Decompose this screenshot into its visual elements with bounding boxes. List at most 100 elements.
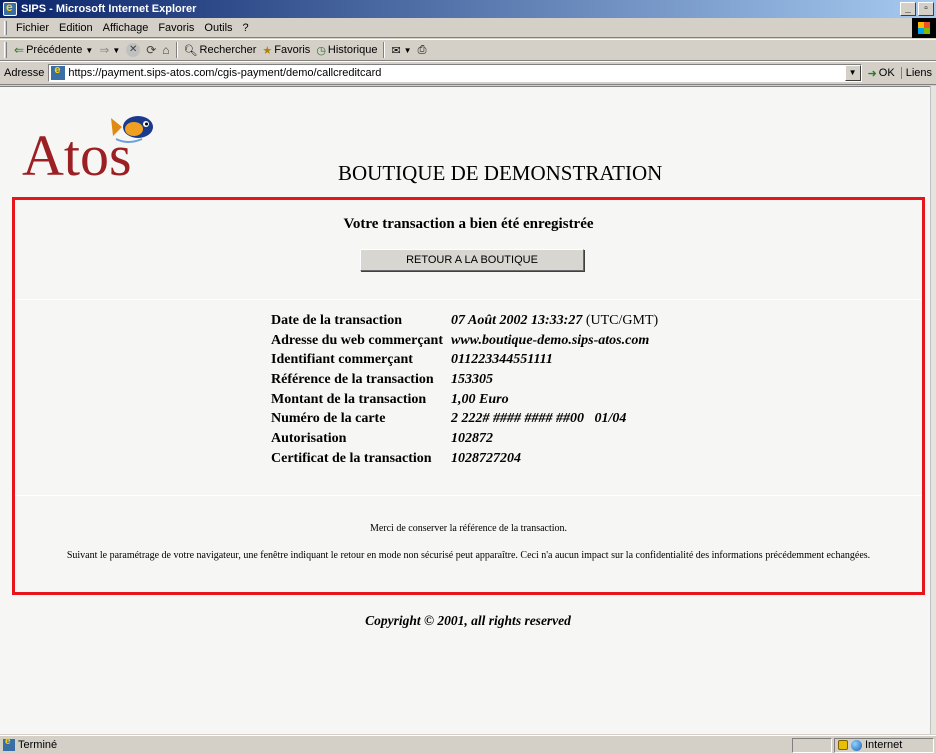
- detail-row-reference: Référence de la transaction 153305: [271, 370, 658, 390]
- toolbar-separator: [383, 42, 386, 58]
- status-text: Terminé: [18, 739, 58, 751]
- back-button[interactable]: ⇐ Précédente ▼: [11, 43, 96, 57]
- copyright: Copyright © 2001, all rights reserved: [365, 613, 571, 628]
- fish-logo-icon: [111, 116, 153, 143]
- security-note: Suivant le paramétrage de votre navigate…: [66, 550, 871, 561]
- globe-icon: [851, 739, 862, 751]
- menu-affichage[interactable]: Affichage: [98, 22, 154, 34]
- detail-label: Identifiant commerçant: [271, 352, 413, 368]
- forward-button[interactable]: ⇒ ▼: [96, 43, 123, 57]
- address-dropdown-icon[interactable]: ▼: [844, 65, 861, 81]
- detail-value: 2 222# #### #### ##00 01/04: [451, 411, 627, 427]
- detail-value: 07 Août 2002 13:33:27 (UTC/GMT): [451, 312, 659, 328]
- print-icon: ⎙: [417, 43, 427, 56]
- page-status-icon: [3, 736, 15, 751]
- toolbar-separator: [175, 42, 178, 58]
- detail-row-card-number: Numéro de la carte 2 222# #### #### ##00…: [271, 409, 658, 429]
- home-button[interactable]: ⌂: [159, 43, 172, 57]
- detail-label: Référence de la transaction: [271, 371, 434, 387]
- history-icon: ◷: [316, 44, 326, 57]
- home-icon: ⌂: [162, 43, 170, 57]
- lock-icon: [838, 740, 848, 750]
- shop-title: BOUTIQUE DE DEMONSTRATION: [338, 161, 663, 185]
- back-arrow-icon: ⇐: [14, 43, 25, 57]
- detail-label: Adresse du web commerçant: [271, 332, 443, 348]
- menu-edition[interactable]: Edition: [54, 22, 98, 34]
- address-bar: Adresse https://payment.sips-atos.com/cg…: [0, 61, 936, 85]
- keep-reference-note: Merci de conserver la référence de la tr…: [369, 523, 568, 534]
- divider: [15, 495, 922, 496]
- menubar-grip[interactable]: [4, 20, 7, 35]
- stop-button[interactable]: ✕: [123, 43, 143, 57]
- back-dropdown-icon[interactable]: ▼: [85, 46, 93, 55]
- detail-row-date: Date de la transaction 07 Août 2002 13:3…: [271, 311, 658, 331]
- favorites-icon: ★: [262, 44, 273, 57]
- history-button-label: Historique: [327, 44, 378, 56]
- refresh-icon: ⟳: [146, 43, 157, 57]
- detail-value: 1028727204: [451, 450, 521, 466]
- mail-dropdown-icon[interactable]: ▼: [404, 46, 412, 55]
- detail-label: Montant de la transaction: [271, 391, 427, 407]
- detail-value: 011223344551111: [451, 352, 553, 368]
- menu-fichier[interactable]: Fichier: [11, 22, 54, 34]
- minimize-button[interactable]: _: [900, 2, 916, 16]
- divider: [15, 299, 922, 300]
- standard-toolbar: ⇐ Précédente ▼ ⇒ ▼ ✕ ⟳ ⌂ 🔍︎ Rechercher ★…: [0, 39, 936, 61]
- print-button[interactable]: ⎙: [415, 44, 430, 57]
- zone-label: Internet: [865, 739, 903, 751]
- page-icon: [51, 64, 66, 80]
- address-label: Adresse: [4, 67, 45, 79]
- stop-icon: ✕: [126, 43, 141, 57]
- return-to-shop-button[interactable]: RETOUR A LA BOUTIQUE: [360, 249, 584, 271]
- menu-bar: Fichier Edition Affichage Favoris Outils…: [0, 18, 936, 38]
- transaction-heading: Votre transaction a bien été enregistrée: [343, 216, 594, 232]
- links-button[interactable]: Liens: [900, 67, 936, 79]
- detail-label: Numéro de la carte: [271, 411, 386, 427]
- detail-suffix: (UTC/GMT): [585, 312, 659, 328]
- status-pane: [792, 737, 832, 753]
- search-icon: 🔍︎: [183, 44, 198, 57]
- detail-value: 1,00 Euro: [451, 391, 509, 407]
- vertical-scrollbar[interactable]: [930, 86, 936, 734]
- detail-label: Certificat de la transaction: [271, 450, 432, 466]
- internet-explorer-icon: [3, 0, 17, 16]
- menu-outils[interactable]: Outils: [199, 22, 237, 34]
- window-controls: _ ▫: [900, 2, 934, 16]
- go-arrow-icon: ➜: [867, 67, 877, 80]
- go-button-label: OK: [878, 67, 895, 79]
- search-button[interactable]: 🔍︎ Rechercher: [181, 44, 260, 57]
- transaction-details: Date de la transaction 07 Août 2002 13:3…: [271, 311, 658, 469]
- toolbar-grip[interactable]: [4, 42, 7, 58]
- maximize-button[interactable]: ▫: [918, 2, 934, 16]
- history-button[interactable]: ◷ Historique: [313, 44, 380, 57]
- detail-label: Date de la transaction: [271, 312, 403, 328]
- favorites-button-label: Favoris: [274, 44, 311, 56]
- refresh-button[interactable]: ⟳: [143, 43, 159, 57]
- status-bar: Terminé Internet: [0, 735, 936, 754]
- security-zone: Internet: [834, 737, 934, 753]
- detail-row-merchant-id: Identifiant commerçant 011223344551111: [271, 350, 658, 370]
- detail-row-certificate: Certificat de la transaction 1028727204: [271, 449, 658, 469]
- windows-logo-icon: [912, 18, 936, 38]
- window-title: SIPS - Microsoft Internet Explorer: [21, 3, 197, 15]
- detail-row-amount: Montant de la transaction 1,00 Euro: [271, 390, 658, 410]
- forward-dropdown-icon[interactable]: ▼: [112, 46, 120, 55]
- detail-value: 153305: [451, 371, 493, 387]
- mail-button[interactable]: ✉ ▼: [388, 44, 414, 57]
- back-button-label: Précédente: [26, 44, 83, 56]
- favorites-button[interactable]: ★ Favoris: [259, 44, 313, 57]
- address-input[interactable]: https://payment.sips-atos.com/cgis-payme…: [48, 64, 862, 82]
- detail-row-authorization: Autorisation 102872: [271, 429, 658, 449]
- detail-label: Autorisation: [271, 430, 347, 446]
- go-button[interactable]: ➜ OK: [862, 67, 901, 80]
- forward-arrow-icon: ⇒: [99, 43, 110, 57]
- page-content: Atos BOUTIQUE DE DEMONSTRATION Votre tra…: [0, 86, 936, 734]
- transaction-frame: Votre transaction a bien été enregistrée…: [12, 197, 925, 595]
- menu-help[interactable]: ?: [238, 22, 254, 34]
- detail-value: www.boutique-demo.sips-atos.com: [451, 332, 650, 348]
- window-title-bar: SIPS - Microsoft Internet Explorer _ ▫: [0, 0, 936, 18]
- detail-value: 102872: [451, 430, 493, 446]
- detail-row-merchant-url: Adresse du web commerçant www.boutique-d…: [271, 331, 658, 351]
- address-url[interactable]: https://payment.sips-atos.com/cgis-payme…: [68, 67, 381, 79]
- menu-favoris[interactable]: Favoris: [153, 22, 199, 34]
